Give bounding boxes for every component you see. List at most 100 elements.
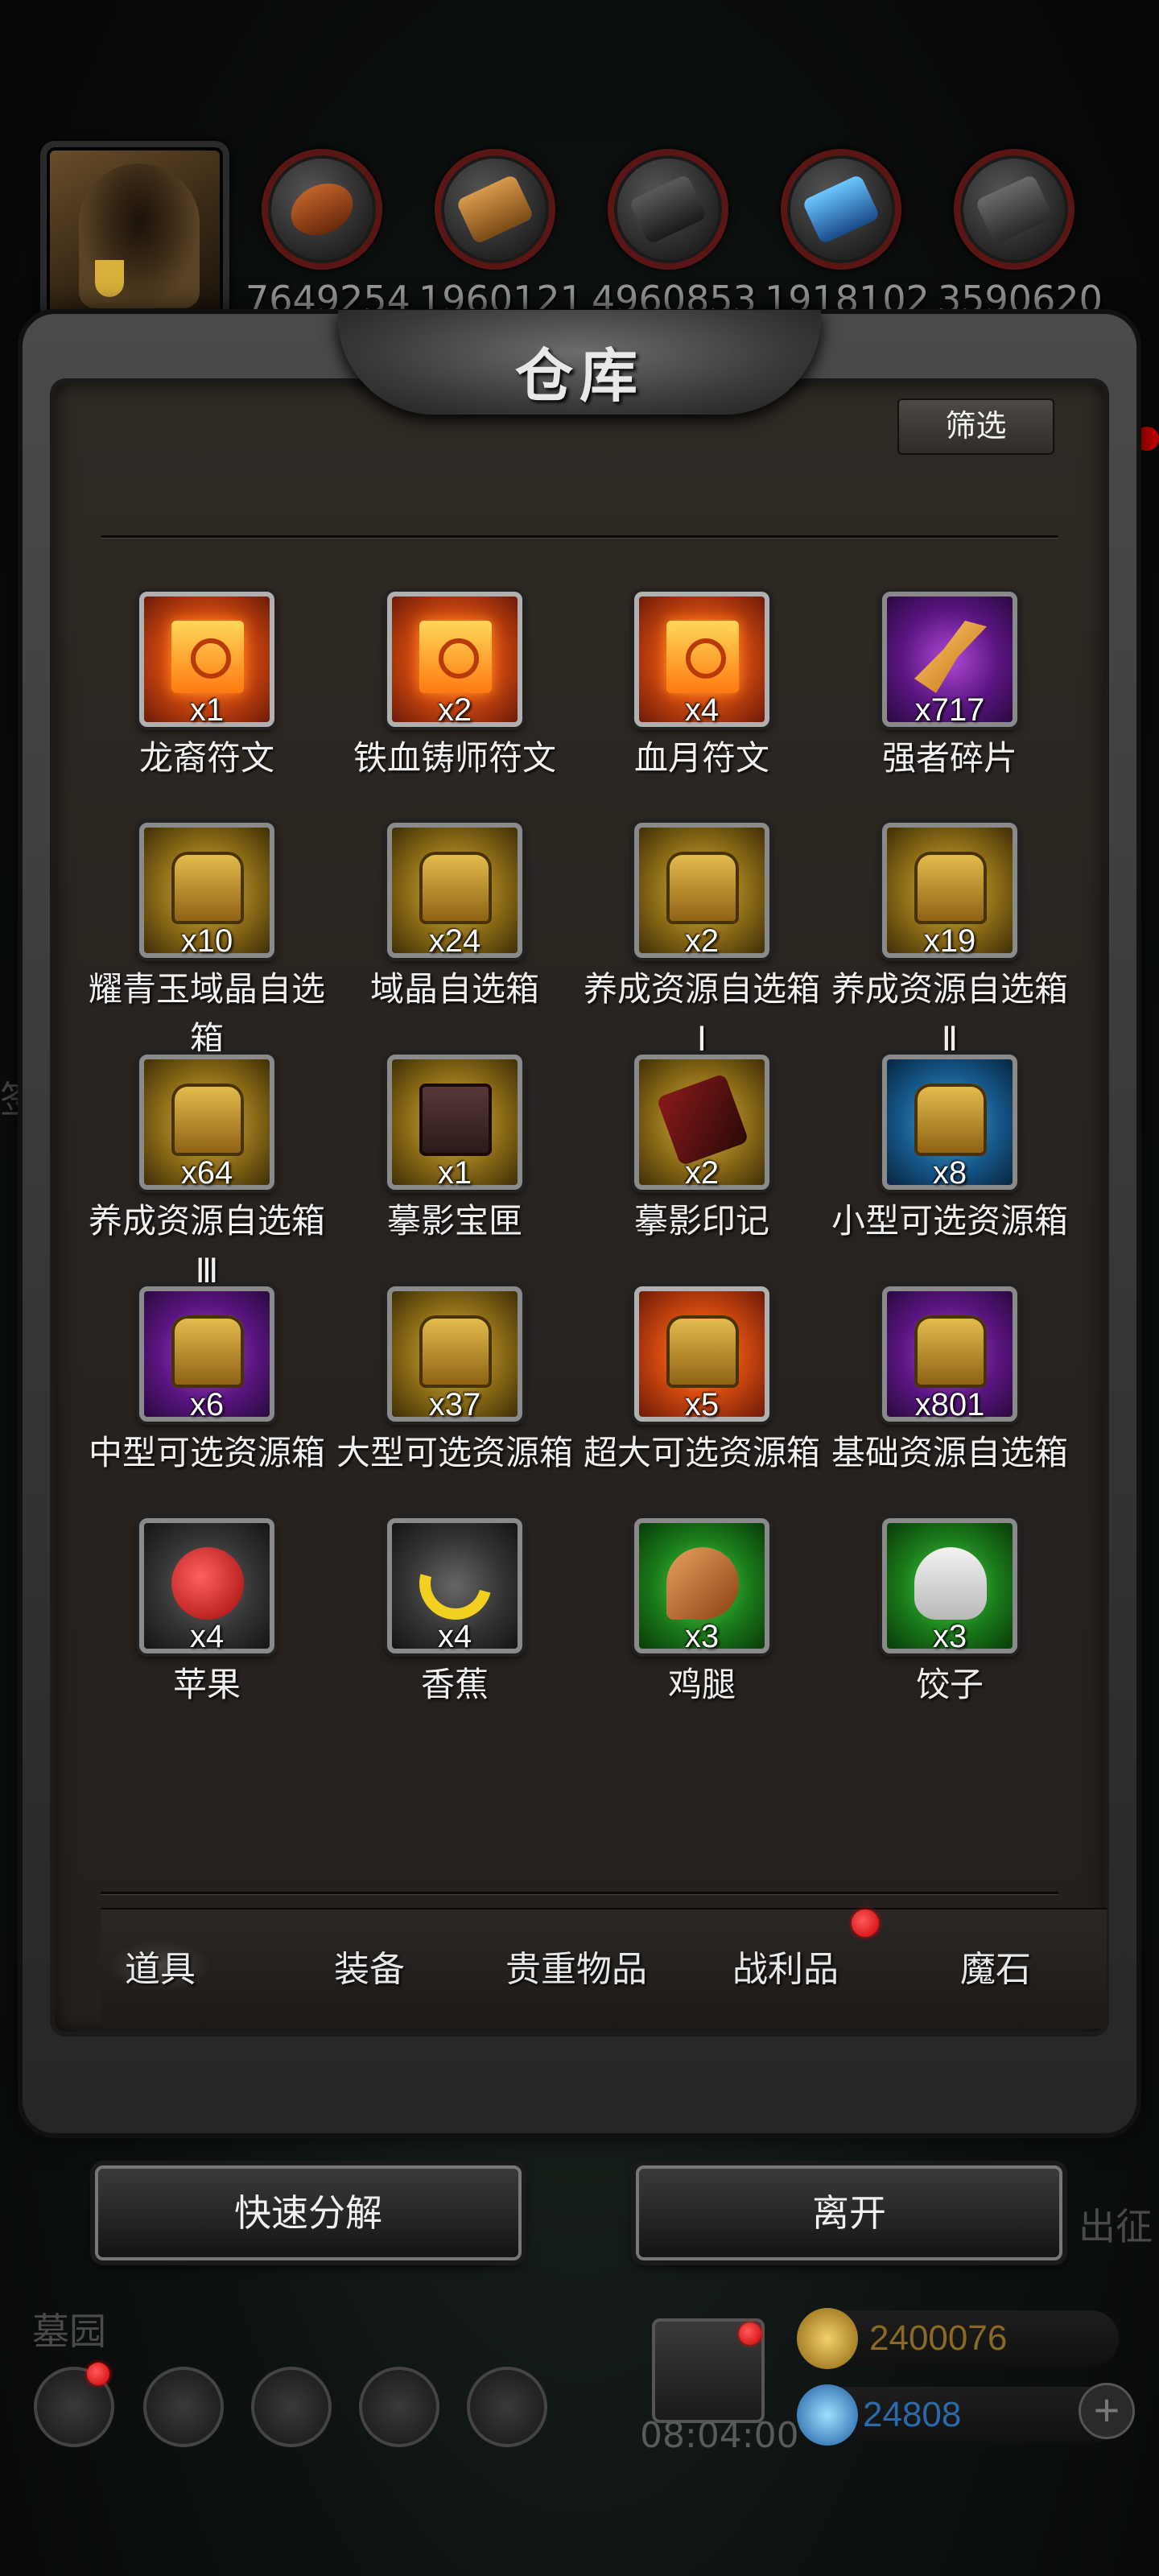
item-slot[interactable]: x2 — [634, 1055, 769, 1191]
item-cell[interactable]: x4 苹果 — [86, 1518, 328, 1710]
tab-equipment[interactable]: 装备 — [334, 1940, 405, 1992]
seal-icon — [656, 1073, 749, 1166]
rune-icon — [419, 621, 492, 693]
plank-icon — [435, 149, 555, 270]
item-slot[interactable]: x10 — [139, 823, 274, 959]
gold-amount: 2400076 — [869, 2318, 1008, 2358]
shield-icon[interactable] — [467, 2367, 547, 2447]
item-name: 香蕉 — [420, 1666, 489, 1703]
item-name: 摹影印记 — [633, 1202, 769, 1240]
filter-button[interactable]: 筛选 — [897, 398, 1054, 455]
item-cell[interactable]: x3 鸡腿 — [581, 1518, 823, 1710]
item-cell[interactable]: x2 铁血铸师符文 — [334, 592, 575, 783]
item-quantity: x6 — [189, 1387, 225, 1422]
item-slot[interactable]: x3 — [634, 1518, 769, 1654]
item-name: 摹影宝匣 — [386, 1202, 522, 1240]
quick-decompose-button[interactable]: 快速分解 — [95, 2165, 522, 2260]
chest-icon — [171, 852, 244, 924]
item-quantity: x2 — [684, 1155, 720, 1191]
gate-icon[interactable] — [251, 2367, 332, 2447]
item-name: 耀青玉域晶自选箱 — [88, 970, 325, 1058]
item-slot[interactable]: x801 — [882, 1286, 1017, 1422]
item-quantity: x717 — [914, 692, 985, 728]
settings-badge-dot — [87, 2363, 109, 2385]
item-slot[interactable]: x4 — [634, 592, 769, 728]
item-slot[interactable]: x5 — [634, 1286, 769, 1422]
item-cell[interactable]: x1 摹影宝匣 — [334, 1055, 575, 1246]
top-divider — [101, 535, 1058, 538]
chest-icon — [419, 852, 492, 924]
side-label-march[interactable]: 出征 — [1079, 2198, 1153, 2251]
stone-icon — [608, 149, 728, 270]
item-cell[interactable]: x3 饺子 — [829, 1518, 1070, 1710]
crystal-icon — [781, 149, 901, 270]
item-slot[interactable]: x2 — [634, 823, 769, 959]
player-avatar[interactable] — [40, 141, 229, 322]
gem-amount: 24808 — [863, 2395, 962, 2434]
item-slot[interactable]: x4 — [139, 1518, 274, 1654]
item-slot[interactable]: x8 — [882, 1055, 1017, 1191]
item-cell[interactable]: x1 龙裔符文 — [86, 592, 328, 783]
item-name: 强者碎片 — [881, 739, 1017, 777]
item-slot[interactable]: x24 — [387, 823, 522, 959]
add-currency-button[interactable]: + — [1079, 2383, 1135, 2439]
item-quantity: x10 — [180, 923, 233, 959]
item-cell[interactable]: x717 强者碎片 — [829, 592, 1070, 783]
item-slot[interactable]: x6 — [139, 1286, 274, 1422]
item-slot[interactable]: x1 — [387, 1055, 522, 1191]
item-cell[interactable]: x2 养成资源自选箱Ⅰ — [581, 823, 823, 1064]
area-name: 墓园 — [32, 2310, 106, 2353]
gift-badge-dot — [739, 2322, 761, 2345]
item-quantity: x3 — [932, 1619, 967, 1654]
item-cell[interactable]: x37 大型可选资源箱 — [334, 1286, 575, 1478]
panel-title: 仓库 — [514, 341, 644, 410]
item-cell[interactable]: x4 香蕉 — [334, 1518, 575, 1710]
item-name: 饺子 — [915, 1666, 984, 1703]
item-quantity: x24 — [428, 923, 481, 959]
item-slot[interactable]: x3 — [882, 1518, 1017, 1654]
tab-valuables[interactable]: 贵重物品 — [505, 1940, 647, 1992]
chest-icon — [171, 1315, 244, 1388]
item-cell[interactable]: x8 小型可选资源箱 — [829, 1055, 1070, 1246]
item-quantity: x2 — [684, 923, 720, 959]
mail-icon[interactable] — [359, 2367, 439, 2447]
star-icon[interactable] — [143, 2367, 224, 2447]
item-cell[interactable]: x24 域晶自选箱 — [334, 823, 575, 1014]
rune-icon — [171, 621, 244, 693]
item-slot[interactable]: x64 — [139, 1055, 274, 1191]
item-cell[interactable]: x4 血月符文 — [581, 592, 823, 783]
item-quantity: x4 — [684, 692, 720, 728]
item-name: 养成资源自选箱Ⅱ — [831, 970, 1068, 1058]
leave-button[interactable]: 离开 — [636, 2165, 1062, 2260]
chest-icon — [171, 1084, 244, 1156]
item-cell[interactable]: x19 养成资源自选箱Ⅱ — [829, 823, 1070, 1064]
item-name: 龙裔符文 — [138, 739, 274, 777]
item-name: 中型可选资源箱 — [88, 1434, 325, 1472]
dumpling-icon — [914, 1547, 987, 1620]
chest-icon — [914, 852, 987, 924]
item-quantity: x8 — [932, 1155, 967, 1191]
item-cell[interactable]: x6 中型可选资源箱 — [86, 1286, 328, 1478]
item-quantity: x37 — [428, 1387, 481, 1422]
item-slot[interactable]: x2 — [387, 592, 522, 728]
tab-items[interactable]: 道具 — [109, 1940, 212, 1992]
item-name: 小型可选资源箱 — [831, 1202, 1068, 1240]
item-slot[interactable]: x1 — [139, 592, 274, 728]
tab-magic-stone[interactable]: 魔石 — [960, 1940, 1031, 1992]
item-cell[interactable]: x5 超大可选资源箱 — [581, 1286, 823, 1478]
item-cell[interactable]: x10 耀青玉域晶自选箱 — [86, 823, 328, 1064]
item-slot[interactable]: x37 — [387, 1286, 522, 1422]
item-cell[interactable]: x64 养成资源自选箱Ⅲ — [86, 1055, 328, 1296]
item-slot[interactable]: x4 — [387, 1518, 522, 1654]
item-name: 鸡腿 — [667, 1666, 736, 1703]
item-slot[interactable]: x717 — [882, 592, 1017, 728]
apple-icon — [171, 1547, 244, 1620]
item-cell[interactable]: x2 摹影印记 — [581, 1055, 823, 1246]
item-cell[interactable]: x801 基础资源自选箱 — [829, 1286, 1070, 1478]
item-slot[interactable]: x19 — [882, 823, 1017, 959]
item-name: 苹果 — [172, 1666, 241, 1703]
item-name: 大型可选资源箱 — [336, 1434, 573, 1472]
tab-loot[interactable]: 战利品 — [732, 1940, 839, 1992]
chest-icon — [914, 1315, 987, 1388]
item-quantity: x64 — [180, 1155, 233, 1191]
